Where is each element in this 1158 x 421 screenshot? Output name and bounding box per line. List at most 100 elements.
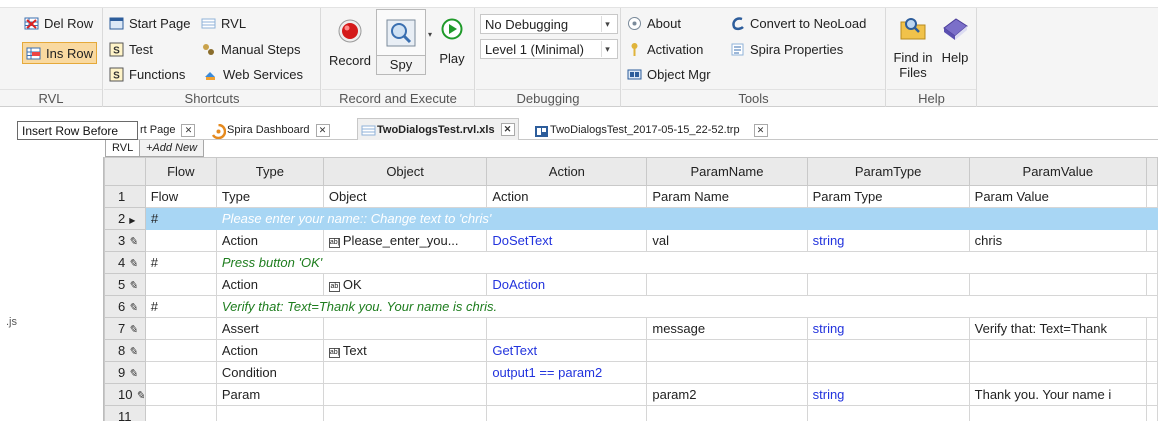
column-header[interactable]: Object [322,157,488,186]
cell-param-value[interactable]: Thank you. Your name i [968,383,1148,406]
cell-type[interactable]: Action [215,229,324,252]
cell-object[interactable]: ab| Text [322,339,488,362]
cell-flow[interactable] [144,317,217,340]
cell-param-type[interactable] [806,361,970,384]
table-row[interactable]: 11 [104,405,1158,421]
column-header[interactable]: Type [215,157,324,186]
table-row[interactable]: 4 ✎ # Press button 'OK' [104,251,1158,274]
del-row-button[interactable]: Del Row [24,16,93,31]
cell-flow[interactable] [144,229,217,252]
row-header[interactable]: 4 ✎ [104,251,146,274]
cell-flow[interactable]: # [144,207,217,230]
activation-button[interactable]: Activation [627,42,703,57]
cell-type[interactable]: Action [215,273,324,296]
close-icon[interactable]: ✕ [753,123,768,137]
cell-object[interactable] [322,405,488,421]
table-row[interactable]: 8 ✎ Action ab| Text GetText [104,339,1158,362]
rvl-shortcut-button[interactable]: RVL [201,16,246,31]
convert-to-neoload-button[interactable]: Convert to NeoLoad [730,16,866,31]
row-header[interactable]: 9 ✎ [104,361,146,384]
cell-action[interactable]: output1 == param2 [486,361,648,384]
cell-param-name[interactable] [646,405,808,421]
cell-param-name[interactable] [646,339,808,362]
cell-flow[interactable] [144,361,217,384]
cell-param-type[interactable]: string [806,229,970,252]
record-button[interactable]: Record [328,18,372,68]
cell-flow[interactable]: # [144,295,217,318]
cell-flow[interactable] [144,339,217,362]
cell-flow[interactable] [144,383,217,406]
tab-spira-dashboard[interactable]: Spira Dashboard ✕ [211,120,330,140]
debug-mode-select[interactable]: No Debugging ▾ [480,14,618,34]
cell-param-name[interactable]: val [646,229,808,252]
cell-type[interactable]: Action [215,339,324,362]
spira-properties-button[interactable]: Spira Properties [730,42,843,57]
tab-twodialogstest-trp[interactable]: TwoDialogsTest_2017-05-15_22-52.trp ✕ [534,120,768,140]
cell-action[interactable] [486,383,648,406]
cell-param-value[interactable]: Param Value [968,185,1148,208]
cell-flow[interactable] [144,273,217,296]
tab-start-page[interactable]: rt Page ✕ [140,120,196,140]
row-header[interactable]: 11 [104,405,146,421]
cell-extra[interactable] [1146,317,1158,340]
spy-button[interactable]: Spy [376,9,426,75]
cell-param-name[interactable] [646,361,808,384]
column-header[interactable]: ParamName [646,157,808,186]
close-icon[interactable]: ✕ [315,123,330,137]
column-header[interactable]: Flow [144,157,217,186]
cell-object[interactable]: ab OK [322,273,488,296]
cell-action[interactable]: GetText [486,339,648,362]
help-button[interactable]: Help [937,14,973,65]
column-header[interactable]: Action [486,157,648,186]
cell-param-value[interactable]: Verify that: Text=Thank [968,317,1148,340]
start-page-button[interactable]: Start Page [109,16,190,31]
cell-extra[interactable] [1146,339,1158,362]
row-header[interactable]: 5 ✎ [104,273,146,296]
cell-comment[interactable]: Press button 'OK' [215,251,1158,274]
cell-type[interactable]: Assert [215,317,324,340]
cell-flow[interactable]: # [144,251,217,274]
cell-type[interactable]: Param [215,383,324,406]
table-row[interactable]: 5 ✎ Action ab OK DoAction [104,273,1158,296]
cell-action[interactable]: Action [486,185,648,208]
cell-param-value[interactable]: chris [968,229,1148,252]
grid-corner-cell[interactable] [104,157,146,186]
cell-object[interactable] [322,383,488,406]
cell-object[interactable] [322,361,488,384]
tab-twodialogstest-rvl-xls[interactable]: TwoDialogsTest.rvl.xls ✕ [357,118,519,140]
table-row[interactable]: 10 ✎ Param param2 string Thank you. Your name… [104,383,1158,406]
row-header[interactable]: 6 ✎ [104,295,146,318]
cell-type[interactable] [215,405,324,421]
cell-param-type[interactable]: string [806,317,970,340]
cell-param-type[interactable] [806,405,970,421]
find-in-files-button[interactable]: Find in Files [891,14,935,80]
cell-param-type[interactable]: string [806,383,970,406]
close-icon[interactable]: ✕ [500,123,515,136]
web-services-button[interactable]: Web Services [203,67,303,82]
cell-object[interactable] [322,317,488,340]
cell-param-name[interactable]: Param Name [646,185,808,208]
table-row[interactable]: 3 ✎ Action ab| Please_enter_you... DoSetText v… [104,229,1158,252]
cell-param-value[interactable] [968,361,1148,384]
cell-extra[interactable] [1146,185,1158,208]
cell-action[interactable]: DoSetText [486,229,648,252]
cell-param-type[interactable] [806,273,970,296]
cell-object[interactable]: Object [322,185,488,208]
functions-button[interactable]: S Functions [109,67,185,82]
table-row[interactable]: 7 ✎ Assert message string Verify that: Text=T… [104,317,1158,340]
cell-extra[interactable] [1146,383,1158,406]
row-header[interactable]: 2 ▶ [104,207,146,230]
manual-steps-button[interactable]: Manual Steps [201,42,301,57]
cell-action[interactable]: DoAction [486,273,648,296]
cell-object[interactable]: ab| Please_enter_you... [322,229,488,252]
spy-dropdown-arrow[interactable]: ▾ [428,30,432,39]
cell-param-type[interactable]: Param Type [806,185,970,208]
cell-param-value[interactable] [968,273,1148,296]
cell-param-value[interactable] [968,339,1148,362]
table-row[interactable]: 6 ✎ # Verify that: Text=Thank you. Your nam… [104,295,1158,318]
row-header[interactable]: 8 ✎ [104,339,146,362]
debug-level-select[interactable]: Level 1 (Minimal) ▾ [480,39,618,59]
cell-param-name[interactable] [646,273,808,296]
cell-action[interactable] [486,317,648,340]
cell-param-type[interactable] [806,339,970,362]
